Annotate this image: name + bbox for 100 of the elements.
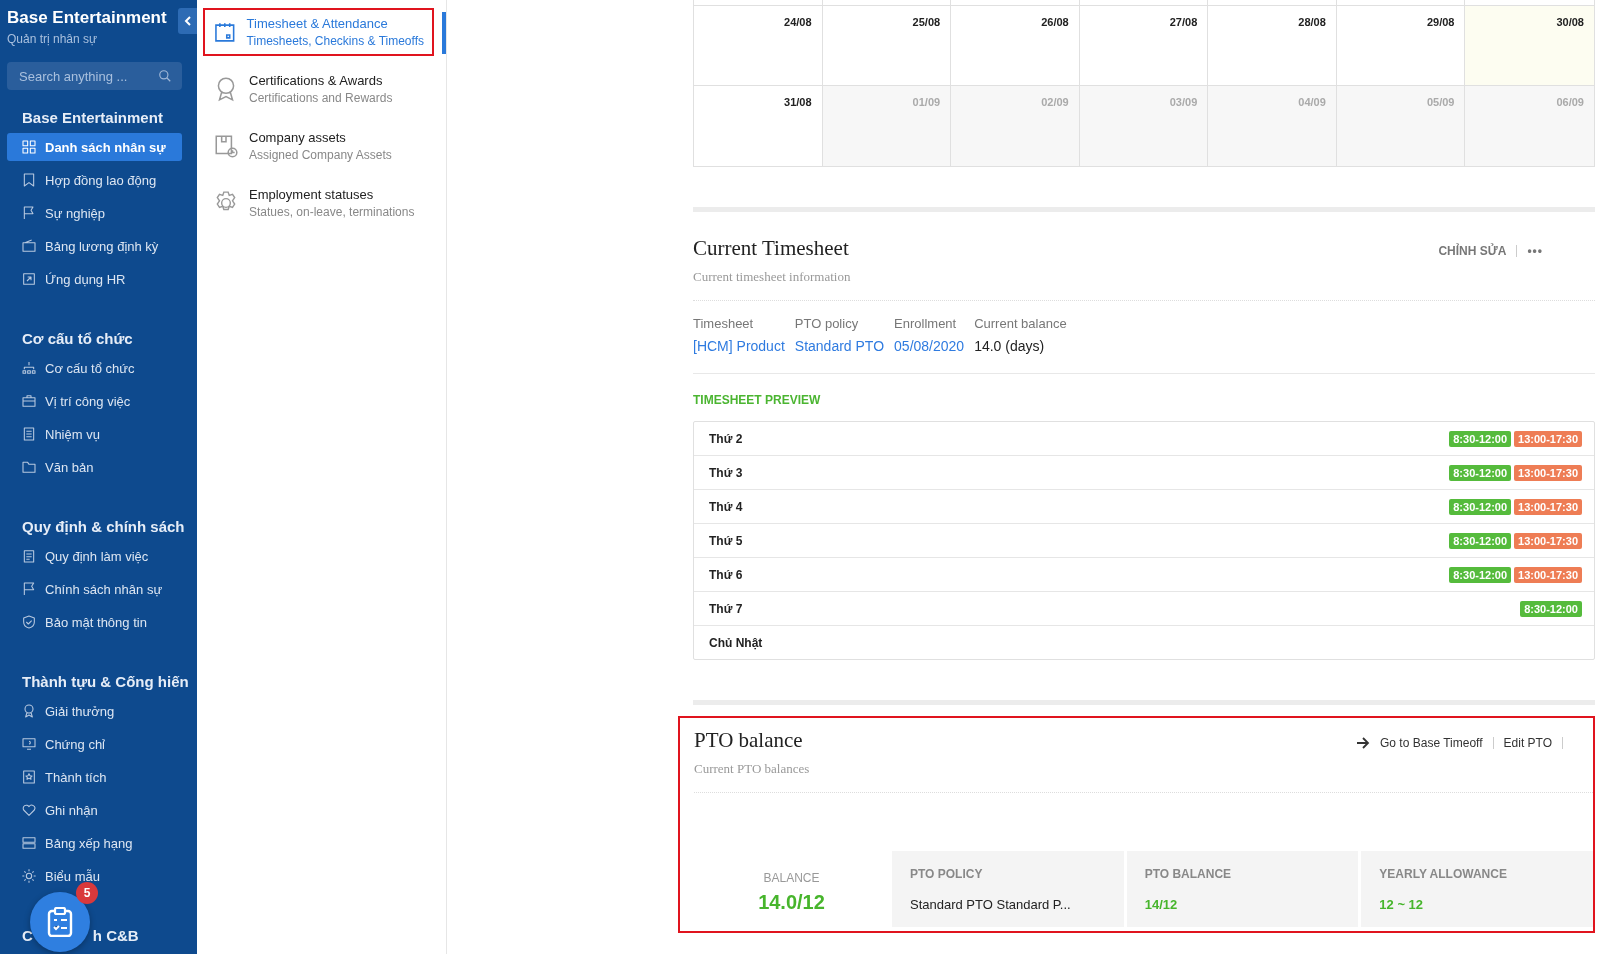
field-label: Timesheet <box>693 316 755 331</box>
nav-icon <box>21 614 37 630</box>
section-heading: C <box>22 927 33 944</box>
section-subtitle: Current PTO balances <box>694 761 810 777</box>
calendar-day[interactable]: 24/08 <box>694 6 823 86</box>
nav-icon <box>21 548 37 564</box>
nav-icon <box>21 205 37 221</box>
shift-tag: 13:00-17:30 <box>1514 566 1582 583</box>
stat-label: YEARLY ALLOWANCE <box>1379 867 1508 881</box>
shift-tag: 8:30-12:00 <box>1449 532 1512 549</box>
calendar-day[interactable]: 30/08 <box>1465 6 1594 86</box>
nav-icon <box>21 802 37 818</box>
submenu-item[interactable]: Employment statuses Statues, on-leave, terminations <box>203 179 434 227</box>
section-heading: Cơ cấu tổ chức <box>21 330 134 349</box>
nav-item[interactable]: Cơ cấu tổ chức <box>7 354 182 382</box>
field-link[interactable]: Standard PTO <box>794 338 885 354</box>
nav-icon <box>21 238 37 254</box>
nav-icon <box>21 703 37 719</box>
section-heading: Quy định & chính sách <box>21 518 186 537</box>
field-label: Enrollment <box>894 316 958 331</box>
shift-tag: 8:30-12:00 <box>1449 498 1512 515</box>
shift-tag: 13:00-17:30 <box>1514 464 1582 481</box>
search-icon <box>158 69 172 83</box>
nav-icon <box>21 426 37 442</box>
day-label: Thứ 3 <box>709 465 743 480</box>
nav-item[interactable]: Ghi nhận <box>7 796 182 824</box>
submenu-item[interactable]: Company assets Assigned Company Assets <box>203 122 434 170</box>
calendar-day[interactable]: 31/08 <box>694 86 823 166</box>
nav-item[interactable]: Văn bản <box>7 453 182 481</box>
section-title: PTO balance <box>694 728 804 753</box>
nav-item[interactable]: Bảng lương định kỳ <box>7 232 182 260</box>
submenu-icon <box>213 133 239 159</box>
nav-item[interactable]: Bảo mật thông tin <box>7 608 182 636</box>
nav-item[interactable]: Giải thưởng <box>7 697 182 725</box>
balance-label: BALANCE <box>762 871 821 885</box>
day-label: Thứ 6 <box>709 567 743 582</box>
shift-tag: 8:30-12:00 <box>1520 600 1582 617</box>
more-button[interactable]: ••• <box>1527 244 1543 258</box>
nav-item[interactable]: Bảng xếp hạng <box>7 829 182 857</box>
shift-tag: 8:30-12:00 <box>1449 430 1512 447</box>
shift-tag: 8:30-12:00 <box>1449 566 1512 583</box>
nav-item[interactable]: Quy định làm việc <box>7 542 182 570</box>
section-heading: h C&B <box>92 927 139 944</box>
search-field[interactable]: Search anything ... <box>7 62 182 90</box>
nav-item[interactable]: Vị trí công việc <box>7 387 182 415</box>
stat-value: Standard PTO Standard P... <box>910 897 1072 912</box>
nav-icon <box>21 393 37 409</box>
go-to-timeoff-link[interactable]: Go to Base Timeoff <box>1380 736 1483 750</box>
edit-pto-link[interactable]: Edit PTO <box>1503 736 1552 750</box>
app-title: Base Entertainment <box>7 8 167 28</box>
field-label: PTO policy <box>794 316 860 331</box>
field-link[interactable]: 05/08/2020 <box>894 338 965 354</box>
nav-item[interactable]: Chứng chỉ <box>7 730 182 758</box>
edit-button[interactable]: CHỈNH SỬA <box>1438 244 1507 258</box>
balance-value: 14.0/12 <box>757 891 826 914</box>
day-label: Thứ 7 <box>709 601 743 616</box>
stat-label: PTO BALANCE <box>1144 867 1233 881</box>
notification-badge: 5 <box>76 882 98 904</box>
submenu-title: Employment statuses <box>249 187 375 202</box>
submenu-subtitle: Statues, on-leave, terminations <box>249 205 415 219</box>
nav-item[interactable]: Nhiệm vụ <box>7 420 182 448</box>
nav-icon <box>21 868 37 884</box>
field-label: Current balance <box>974 316 1067 331</box>
nav-icon <box>21 172 37 188</box>
submenu-item[interactable]: Certifications & Awards Certifications and Rewards <box>203 65 434 113</box>
section-heading: Thành tựu & Cống hiến <box>21 673 190 692</box>
shift-tag: 8:30-12:00 <box>1449 464 1512 481</box>
submenu-title: Company assets <box>249 130 347 145</box>
submenu-title: Timesheet & Attendance <box>246 16 389 31</box>
submenu-subtitle: Assigned Company Assets <box>249 148 392 162</box>
app-subtitle: Quản trị nhân sự <box>7 32 99 46</box>
nav-icon <box>21 769 37 785</box>
submenu-subtitle: Timesheets, Checkins & Timeoffs <box>246 34 424 48</box>
nav-icon <box>21 835 37 851</box>
stat-value: 14/12 <box>1144 897 1179 912</box>
stat-value: 12 ~ 12 <box>1379 897 1425 912</box>
field-link[interactable]: [HCM] Product <box>693 338 785 354</box>
section-title: Current Timesheet <box>693 236 850 261</box>
nav-icon <box>21 139 37 155</box>
submenu-subtitle: Certifications and Rewards <box>249 91 393 105</box>
section-subtitle: Current timesheet information <box>693 269 851 285</box>
arrow-right-icon <box>1356 737 1371 749</box>
nav-item[interactable]: Chính sách nhân sự <box>7 575 182 603</box>
field-value: 14.0 (days) <box>974 338 1046 354</box>
nav-item[interactable]: Sự nghiệp <box>7 199 182 227</box>
nav-item[interactable]: Danh sách nhân sự <box>7 133 182 161</box>
nav-item[interactable]: Hợp đồng lao động <box>7 166 182 194</box>
nav-icon <box>21 581 37 597</box>
preview-heading: TIMESHEET PREVIEW <box>693 393 822 407</box>
stat-label: PTO POLICY <box>910 867 984 881</box>
submenu-title: Certifications & Awards <box>249 73 384 88</box>
nav-item[interactable]: Ứng dụng HR <box>7 265 182 293</box>
day-label: Thứ 2 <box>709 431 743 446</box>
day-label: Chủ Nhật <box>709 635 763 650</box>
shift-tag: 13:00-17:30 <box>1514 430 1582 447</box>
nav-icon <box>21 736 37 752</box>
nav-item[interactable]: Thành tích <box>7 763 182 791</box>
day-label: Thứ 4 <box>709 499 743 514</box>
nav-icon <box>21 459 37 475</box>
collapse-button[interactable] <box>178 8 197 34</box>
